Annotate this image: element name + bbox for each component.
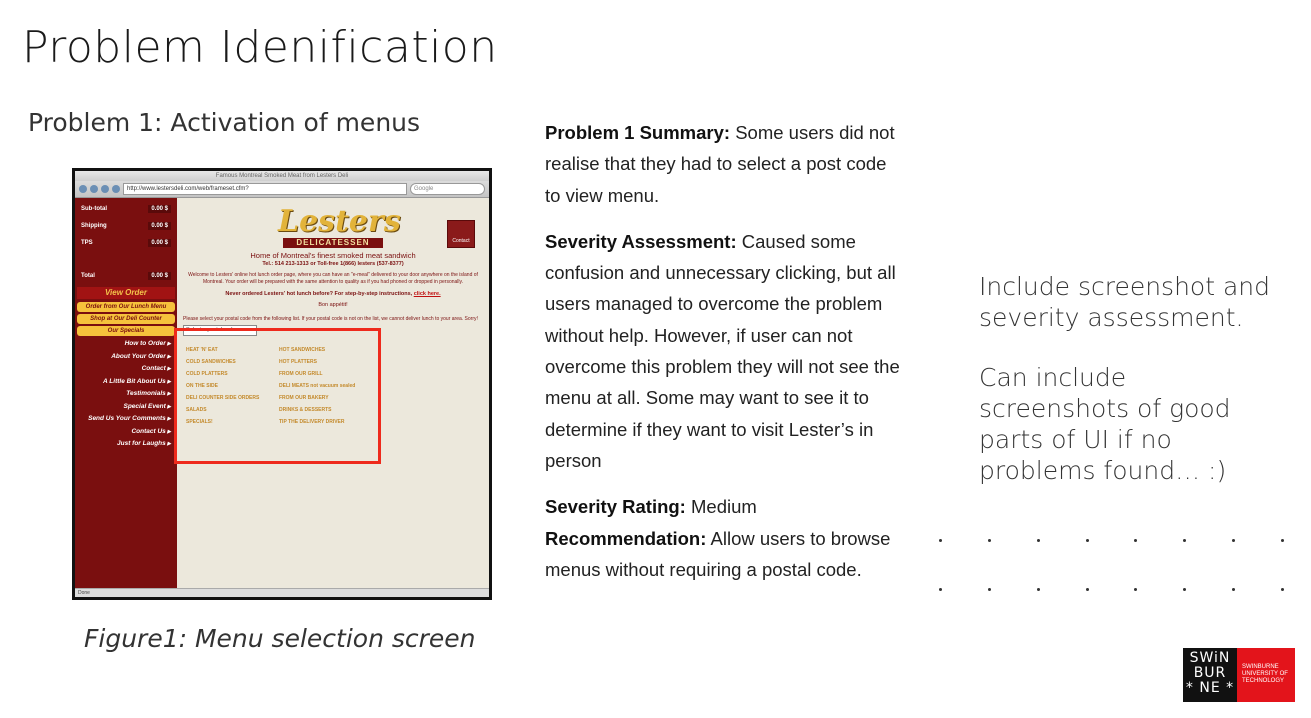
url-field: http://www.lestersdeli.com/web/frameset.… [123, 183, 407, 195]
nav-contact: Contact [75, 363, 177, 376]
search-field: Google [410, 183, 485, 195]
welcome-text: Welcome to Lesters' online hot lunch ord… [188, 272, 478, 285]
dot-row [939, 539, 1284, 542]
view-order-button: View Order [77, 287, 175, 299]
highlight-box [174, 328, 381, 464]
nav-just-for-laughs: Just for Laughs [75, 438, 177, 451]
bon-appetit: Bon appétit! [318, 302, 348, 308]
browser-toolbar: http://www.lestersdeli.com/web/frameset.… [75, 181, 489, 198]
site-tagline: Home of Montreal's finest smoked meat sa… [250, 251, 416, 260]
note-line-1: Include screenshot and severity assessme… [979, 272, 1271, 332]
cart-shipping: Shipping 0.00 $ [75, 217, 177, 234]
summary-paragraph: Problem 1 Summary: Some users did not re… [545, 122, 895, 206]
browser-title: Famous Montreal Smoked Meat from Lesters… [75, 171, 489, 181]
cart-subtotal: Sub-total 0.00 $ [75, 200, 177, 217]
deli-counter-pill: Shop at Our Deli Counter [77, 314, 175, 324]
nav-about-us: A Little Bit About Us [75, 376, 177, 389]
figure-caption: Figure1: Menu selection screen [84, 624, 476, 653]
lunch-menu-pill: Order from Our Lunch Menu [77, 302, 175, 312]
nav-comments: Send Us Your Comments [75, 413, 177, 426]
nav-how-to-order: How to Order [75, 338, 177, 351]
back-icon [79, 185, 87, 193]
instructions-link: click here. [413, 291, 441, 297]
nav-testimonials: Testimonials [75, 388, 177, 401]
slide-title: Problem Idenification [22, 22, 498, 73]
postal-instructions: Please select your postal code from the … [183, 316, 478, 322]
forward-icon [90, 185, 98, 193]
swinburne-name: SWINBURNE UNIVERSITY OF TECHNOLOGY [1237, 648, 1295, 702]
deli-banner: DELICATESSEN [283, 238, 383, 248]
cart-tps: TPS 0.00 $ [75, 234, 177, 251]
contact-badge: Contact [447, 220, 475, 248]
instructions-text: Never ordered Lesters' hot lunch before?… [225, 291, 441, 297]
reload-icon [101, 185, 109, 193]
swinburne-logo: SWiN BUR * NE * SWINBURNE UNIVERSITY OF … [1183, 648, 1295, 702]
nav-about-order: About Your Order [75, 351, 177, 364]
nav-special-event: Special Event [75, 401, 177, 414]
cart-total: Total 0.00 $ [75, 267, 177, 284]
slide-subtitle: Problem 1: Activation of menus [28, 108, 421, 137]
severity-rating: Severity Rating: Medium [545, 496, 757, 518]
severity-assessment: Severity Assessment: Caused some confusi… [545, 230, 900, 471]
dot-row [939, 588, 1284, 591]
site-sidebar: Sub-total 0.00 $ Shipping 0.00 $ TPS 0.00 $… [75, 198, 177, 589]
browser-status: Done [75, 588, 489, 597]
note-line-2: Can include screenshots of good parts of… [979, 363, 1231, 485]
nav-contact-us: Contact Us [75, 426, 177, 439]
swinburne-mark: SWiN BUR * NE * [1183, 648, 1237, 702]
instruction-note: Include screenshot and severity assessme… [979, 271, 1279, 515]
lesters-logo: Lesters [278, 204, 401, 239]
recommendation: Recommendation: Allow users to browse me… [545, 527, 891, 580]
problem-summary: Problem 1 Summary: Some users did not re… [545, 117, 905, 585]
specials-pill: Our Specials [77, 326, 175, 336]
home-icon [112, 185, 120, 193]
site-phone: Tel.: 514 213-1313 or Toll-free 1(866) l… [262, 261, 404, 267]
website-screenshot: Famous Montreal Smoked Meat from Lesters… [72, 168, 492, 600]
